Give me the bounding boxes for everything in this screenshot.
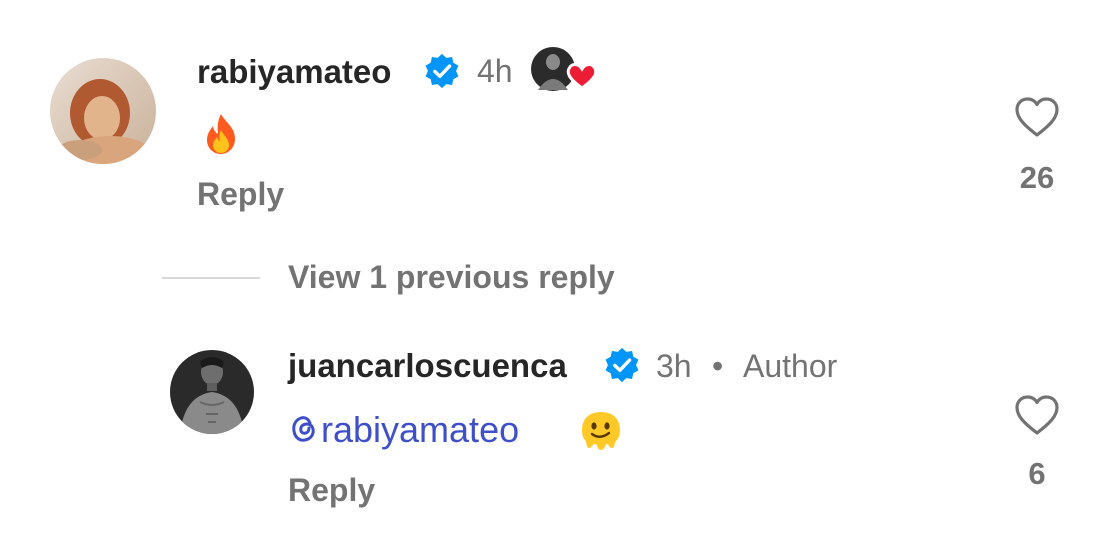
avatar[interactable] (170, 350, 254, 434)
comment-timestamp: 4h (477, 53, 513, 89)
verified-badge-icon (603, 346, 641, 389)
meta-separator: • (712, 348, 724, 384)
melting-face-emoji (578, 408, 624, 459)
view-previous-replies-button[interactable]: View 1 previous reply (288, 261, 615, 293)
red-heart-icon (566, 63, 598, 90)
fire-emoji (200, 112, 242, 161)
liked-by-author-indicator (530, 46, 600, 92)
reply-button[interactable]: Reply (288, 474, 375, 506)
author-badge: Author (743, 348, 838, 384)
like-count: 26 (1019, 160, 1055, 195)
like-count: 6 (1028, 456, 1046, 491)
mention-username[interactable]: rabiyamateo (321, 409, 519, 450)
comment-username[interactable]: juancarloscuenca (288, 349, 567, 382)
verified-badge-icon (423, 52, 461, 95)
replies-divider-line (162, 277, 260, 279)
comment-username[interactable]: rabiyamateo (197, 55, 391, 88)
reply-button[interactable]: Reply (197, 178, 284, 210)
avatar-photo (170, 350, 254, 434)
threads-icon (289, 412, 319, 450)
comment-timestamp: 3h (656, 348, 692, 384)
avatar-photo (50, 58, 156, 164)
like-heart-icon[interactable] (1014, 96, 1060, 143)
mention-link[interactable]: rabiyamateo (289, 412, 519, 450)
like-heart-icon[interactable] (1014, 394, 1060, 441)
avatar[interactable] (50, 58, 156, 164)
